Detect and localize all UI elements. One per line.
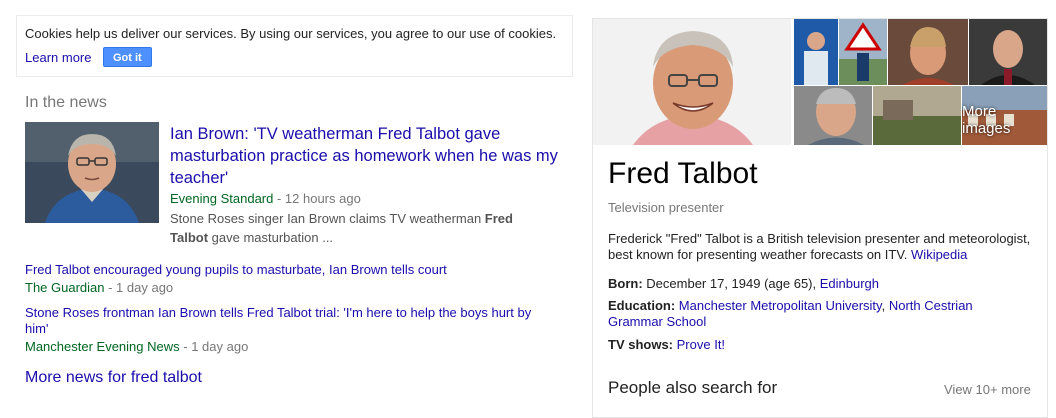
entity-subtitle: Television presenter	[608, 200, 724, 215]
fact-education: Education: Manchester Metropolitan Unive…	[608, 298, 1028, 330]
image-tile[interactable]	[794, 19, 838, 85]
person-photo-icon	[839, 19, 887, 85]
person-photo-icon	[593, 19, 791, 145]
person-photo-icon	[888, 19, 968, 85]
more-news-link[interactable]: More news for fred talbot	[25, 369, 202, 387]
cookie-banner: Cookies help us deliver our services. By…	[16, 15, 573, 77]
cookie-message: Cookies help us deliver our services. By…	[25, 26, 557, 41]
snippet-highlight: Talbot	[170, 230, 209, 245]
tv-show-link[interactable]: Prove It!	[677, 337, 725, 352]
learn-more-link[interactable]: Learn more	[25, 50, 91, 65]
fact-tv-shows: TV shows: Prove It!	[608, 337, 1028, 353]
fact-label: Education:	[608, 298, 676, 313]
news-story-time: - 1 day ago	[104, 280, 174, 295]
news-story-meta: Manchester Evening News - 1 day ago	[25, 339, 545, 355]
top-story-snippet: Stone Roses singer Ian Brown claims TV w…	[170, 209, 550, 247]
news-thumbnail[interactable]	[25, 122, 159, 223]
news-story: Fred Talbot encouraged young pupils to m…	[25, 262, 545, 296]
snippet-highlight: Fred	[484, 211, 513, 226]
people-also-search-heading: People also search for	[608, 378, 778, 397]
image-tile[interactable]	[794, 86, 872, 145]
news-photo-icon	[25, 122, 159, 223]
news-story: Stone Roses frontman Ian Brown tells Fre…	[25, 305, 545, 355]
fact-label: TV shows:	[608, 337, 674, 352]
news-story-link[interactable]: Fred Talbot encouraged young pupils to m…	[25, 262, 545, 278]
news-story-link[interactable]: Stone Roses frontman Ian Brown tells Fre…	[25, 305, 545, 337]
more-images-tile[interactable]: More images	[962, 86, 1047, 145]
entity-title: Fred Talbot	[608, 157, 758, 190]
fact-value: December 17, 1949 (age 65),	[646, 276, 817, 291]
fact-separator: ,	[881, 298, 886, 313]
got-it-button[interactable]: Got it	[103, 47, 152, 67]
fact-label: Born:	[608, 276, 643, 291]
wikipedia-link[interactable]: Wikipedia	[911, 247, 967, 262]
news-story-source: Manchester Evening News	[25, 339, 180, 354]
snippet-text: Stone Roses singer Ian Brown claims TV w…	[170, 211, 485, 226]
education-link[interactable]: Manchester Metropolitan University	[679, 298, 882, 313]
image-tile[interactable]	[888, 19, 968, 85]
image-tile[interactable]	[873, 86, 961, 145]
news-story-meta: The Guardian - 1 day ago	[25, 280, 545, 296]
person-photo-icon	[794, 86, 872, 145]
news-story-time: - 1 day ago	[179, 339, 249, 354]
view-more-link[interactable]: View 10+ more	[944, 382, 1031, 397]
birthplace-link[interactable]: Edinburgh	[820, 276, 879, 291]
top-story-time: - 12 hours ago	[273, 191, 361, 206]
person-photo-icon	[969, 19, 1047, 85]
image-tile[interactable]	[839, 19, 887, 85]
main-image[interactable]	[593, 19, 791, 145]
top-story-meta: Evening Standard - 12 hours ago	[170, 191, 361, 206]
top-story-title-link[interactable]: Ian Brown: 'TV weatherman Fred Talbot ga…	[170, 123, 565, 189]
fact-born: Born: December 17, 1949 (age 65), Edinbu…	[608, 276, 1028, 292]
more-images-label: More images	[962, 103, 1011, 137]
news-heading: In the news	[25, 94, 107, 111]
image-tile[interactable]	[969, 19, 1047, 85]
news-story-source: The Guardian	[25, 280, 105, 295]
snippet-text: gave masturbation ...	[208, 230, 334, 245]
top-story-source: Evening Standard	[170, 191, 274, 206]
person-photo-icon	[794, 19, 838, 85]
entity-description: Frederick "Fred" Talbot is a British tel…	[608, 231, 1038, 263]
landscape-photo-icon	[873, 86, 961, 145]
